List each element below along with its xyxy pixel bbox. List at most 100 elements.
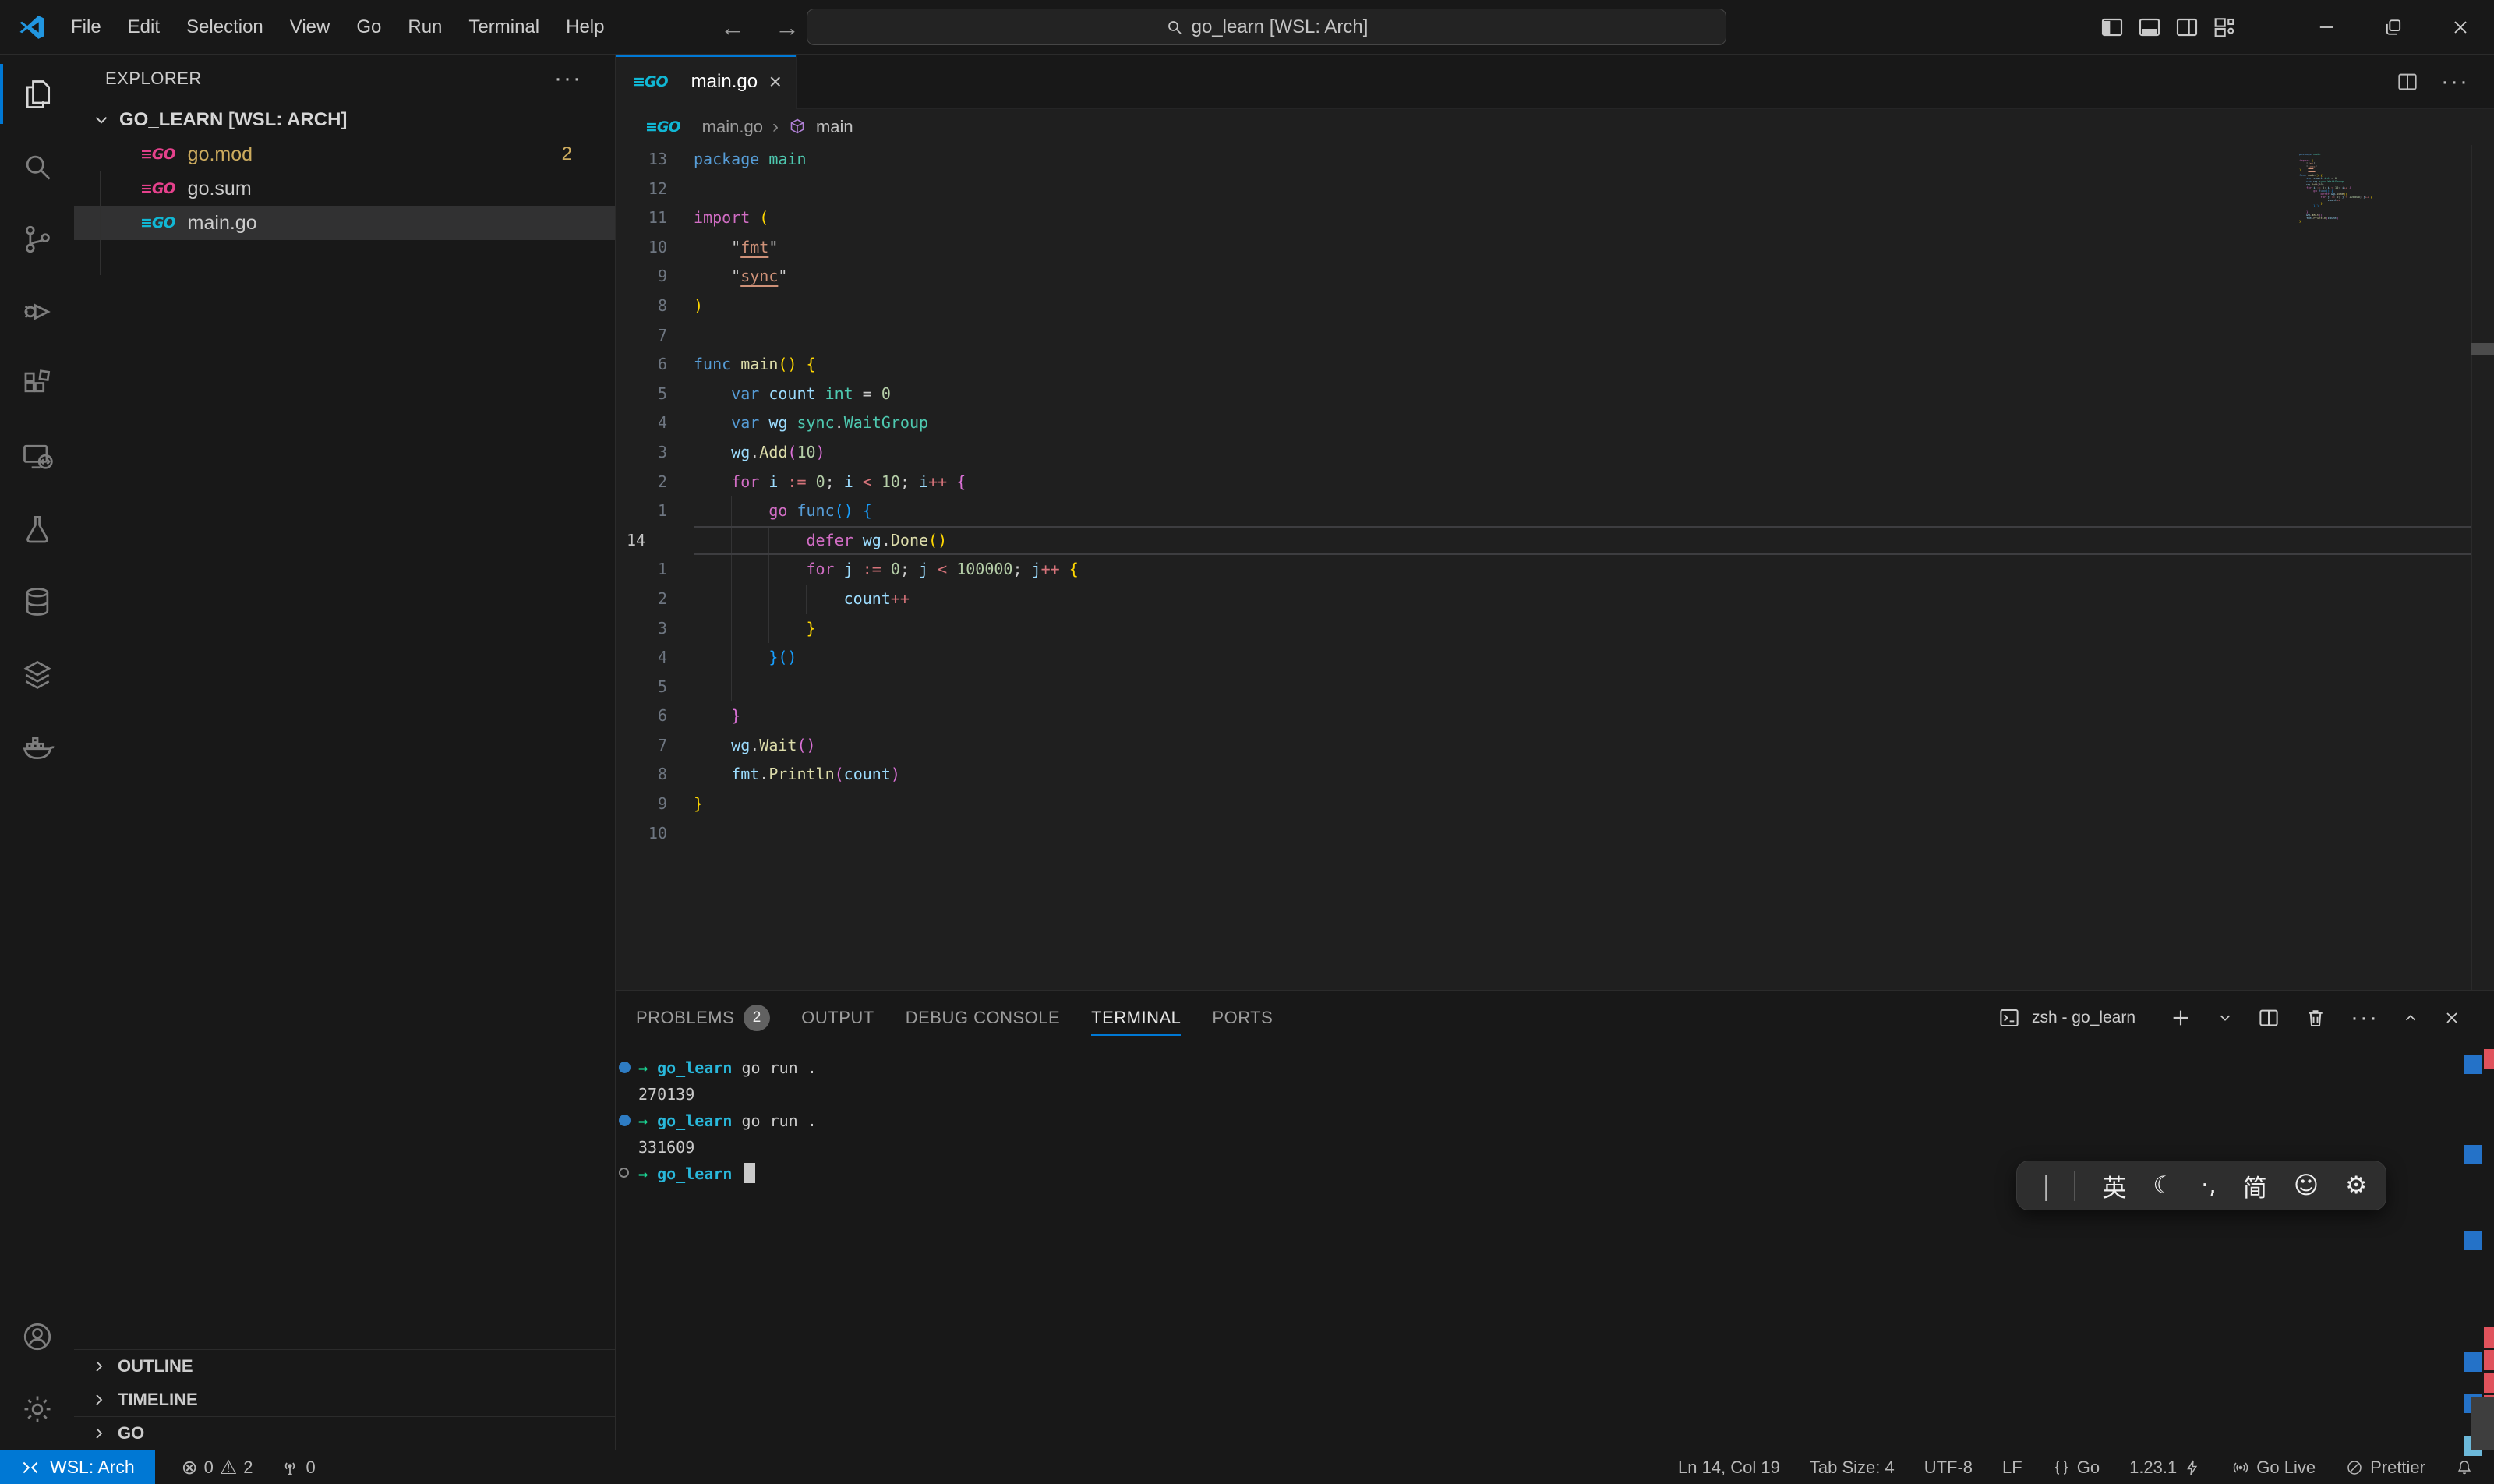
panel-tab-output[interactable]: OUTPUT: [801, 991, 874, 1045]
activity-item-testing[interactable]: [0, 493, 74, 565]
prompt-arrow: →: [638, 1111, 657, 1130]
menu-item-selection[interactable]: Selection: [173, 10, 277, 44]
explorer-root-folder[interactable]: GO_LEARN [WSL: ARCH]: [74, 103, 615, 137]
ime-item-0[interactable]: 英: [2102, 1168, 2126, 1203]
close-panel-icon[interactable]: [2443, 1009, 2461, 1027]
explorer-more-actions-icon[interactable]: ···: [554, 65, 582, 92]
problems-badge: 2: [562, 143, 572, 165]
go-file-icon: ≡GO: [633, 73, 668, 90]
activity-item-run-debug[interactable]: [0, 275, 74, 348]
menu-item-terminal[interactable]: Terminal: [455, 10, 553, 44]
activity-item-database[interactable]: [0, 565, 74, 638]
chevron-right-icon: [90, 1357, 108, 1376]
status-item-cursor-position[interactable]: Ln 14, Col 19: [1678, 1458, 1780, 1478]
panel-tab-ports[interactable]: PORTS: [1212, 991, 1273, 1045]
status-item-notifications[interactable]: [2455, 1458, 2474, 1477]
line-number: 6: [616, 701, 667, 731]
ime-item-5[interactable]: ⚙: [2345, 1171, 2367, 1200]
toggle-sidebar-icon[interactable]: [2100, 15, 2125, 40]
status-item-go-version[interactable]: 1.23.1: [2129, 1458, 2202, 1478]
close-window-icon[interactable]: [2427, 0, 2494, 55]
activity-item-docker[interactable]: [0, 710, 74, 783]
toggle-panel-icon[interactable]: [2137, 15, 2162, 40]
terminal-row: → go_learn go run .: [616, 1108, 2463, 1134]
go-version-icon: [2183, 1458, 2202, 1477]
menu-item-go[interactable]: Go: [343, 10, 394, 44]
status-item-go-live[interactable]: Go Live: [2231, 1458, 2316, 1478]
terminal-title[interactable]: zsh - go_learn: [2032, 1009, 2135, 1027]
status-item-eol[interactable]: LF: [2002, 1458, 2022, 1478]
remote-indicator[interactable]: WSL: Arch: [0, 1450, 155, 1484]
toggle-secondary-sidebar-icon[interactable]: [2174, 15, 2199, 40]
activity-item-explorer[interactable]: [0, 58, 74, 130]
split-terminal-icon[interactable]: [2257, 1006, 2280, 1030]
activity-item-extensions[interactable]: [0, 348, 74, 420]
code-line: 7: [616, 321, 2494, 351]
section-timeline[interactable]: TIMELINE: [74, 1383, 615, 1416]
status-item-prettier[interactable]: Prettier: [2345, 1458, 2425, 1478]
code-line: 12: [616, 175, 2494, 204]
scrollbar-thumb[interactable]: [2471, 343, 2494, 355]
customize-layout-icon[interactable]: [2212, 15, 2237, 40]
ime-item-1[interactable]: ☾: [2153, 1171, 2174, 1200]
panel-tab-problems[interactable]: PROBLEMS2: [636, 991, 770, 1045]
status-item-encoding[interactable]: UTF-8: [1924, 1458, 1973, 1478]
activity-item-source-control[interactable]: [0, 203, 74, 275]
panel-more-actions-icon[interactable]: ···: [2351, 1005, 2379, 1031]
menu-item-edit[interactable]: Edit: [115, 10, 173, 44]
tab-main-go[interactable]: ≡GO main.go ×: [616, 55, 797, 109]
ports-status[interactable]: 0: [280, 1458, 316, 1478]
file-item-go-mod[interactable]: ≡GOgo.mod2: [74, 137, 615, 171]
status-item-language-go[interactable]: Go: [2052, 1458, 2100, 1478]
file-item-go-sum[interactable]: ≡GOgo.sum: [74, 171, 615, 206]
ime-item-4[interactable]: ☺: [2294, 1171, 2319, 1200]
prompt-command: go run .: [732, 1058, 816, 1077]
menu-item-run[interactable]: Run: [394, 10, 455, 44]
status-item-tab-size[interactable]: Tab Size: 4: [1810, 1458, 1895, 1478]
activity-item-search[interactable]: [0, 130, 74, 203]
new-terminal-icon[interactable]: [2168, 1005, 2193, 1030]
breadcrumb-file[interactable]: main.go: [702, 117, 763, 137]
menu-item-view[interactable]: View: [277, 10, 344, 44]
line-number: 8: [616, 760, 667, 790]
restore-icon[interactable]: [2360, 0, 2427, 55]
problems-status[interactable]: ⊗ 0 ⚠ 2: [182, 1456, 253, 1479]
nav-forward-icon[interactable]: →: [768, 0, 807, 55]
menu-item-help[interactable]: Help: [553, 10, 617, 44]
minimize-icon[interactable]: [2293, 0, 2360, 55]
notifications-icon: [2455, 1458, 2474, 1477]
split-editor-icon[interactable]: [2396, 70, 2419, 94]
section-outline[interactable]: OUTLINE: [74, 1349, 615, 1383]
command-center-search[interactable]: go_learn [WSL: Arch]: [807, 9, 1726, 45]
file-name: go.sum: [188, 178, 252, 200]
prompt-arrow: →: [638, 1164, 657, 1183]
indent-guide: [694, 643, 731, 673]
minimap[interactable]: package main import ( "fmt" "sync") func…: [2290, 145, 2471, 226]
code-editor[interactable]: 13package main1211import (10"fmt"9"sync"…: [616, 145, 2494, 990]
activity-item-layers[interactable]: [0, 638, 74, 710]
editor-scrollbar[interactable]: [2471, 145, 2494, 990]
maximize-panel-icon[interactable]: [2402, 1009, 2419, 1026]
panel-tab-terminal[interactable]: TERMINAL: [1091, 991, 1181, 1045]
file-tree: ≡GOgo.mod2≡GOgo.sum≡GOmain.go: [74, 137, 615, 240]
file-item-main-go[interactable]: ≡GOmain.go: [74, 206, 615, 240]
close-tab-icon[interactable]: ×: [769, 69, 782, 94]
editor-more-actions-icon[interactable]: ···: [2441, 69, 2469, 95]
ime-item-2[interactable]: ·,: [2201, 1171, 2217, 1200]
activity-item-remote-explorer[interactable]: [0, 420, 74, 493]
section-go[interactable]: GO: [74, 1416, 615, 1450]
terminal-scrollbar-thumb[interactable]: [2471, 1397, 2494, 1450]
terminal-dropdown-icon[interactable]: [2217, 1009, 2234, 1026]
overview-mark-red: [2484, 1049, 2494, 1069]
panel-tab-debug-console[interactable]: DEBUG CONSOLE: [906, 991, 1060, 1045]
line-number: 6: [616, 350, 667, 380]
indent-guide: [694, 262, 731, 292]
activity-item-accounts[interactable]: [0, 1300, 74, 1373]
kill-terminal-icon[interactable]: [2304, 1006, 2327, 1030]
nav-back-icon[interactable]: ←: [713, 0, 752, 55]
menu-item-file[interactable]: File: [58, 10, 115, 44]
ime-item-3[interactable]: 简: [2243, 1168, 2267, 1203]
activity-item-settings[interactable]: [0, 1373, 74, 1445]
panel-tab-label: OUTPUT: [801, 1008, 874, 1028]
breadcrumb-symbol[interactable]: main: [816, 117, 853, 137]
